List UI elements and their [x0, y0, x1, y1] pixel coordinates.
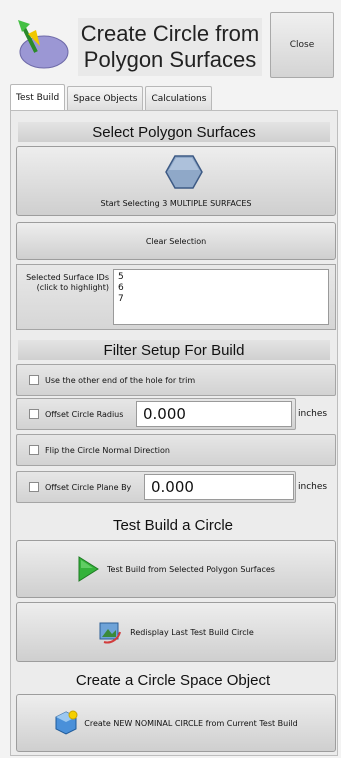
redisplay-button[interactable]: Redisplay Last Test Build Circle	[16, 602, 336, 662]
flip-normal-row[interactable]: Flip the Circle Normal Direction	[16, 434, 336, 466]
page-title: Create Circle from Polygon Surfaces	[78, 18, 262, 76]
offset-plane-unit: inches	[298, 482, 328, 492]
selected-ids-group: Selected Surface IDs (click to highlight…	[16, 264, 336, 330]
list-item[interactable]: 6	[118, 283, 324, 294]
offset-radius-checkbox[interactable]	[29, 409, 39, 419]
tab-test-build[interactable]: Test Build	[10, 84, 66, 110]
list-item[interactable]: 5	[118, 272, 324, 283]
create-circle-button[interactable]: Create NEW NOMINAL CIRCLE from Current T…	[16, 694, 336, 752]
offset-plane-label: Offset Circle Plane By	[45, 482, 132, 492]
clear-selection-label: Clear Selection	[145, 236, 207, 246]
start-selecting-label: Start Selecting 3 MULTIPLE SURFACES	[100, 199, 252, 208]
use-other-end-checkbox[interactable]	[29, 375, 39, 385]
header: Create Circle from Polygon Surfaces Clos…	[0, 0, 341, 86]
offset-radius-unit: inches	[298, 409, 328, 419]
flip-normal-checkbox[interactable]	[29, 445, 39, 455]
redisplay-label: Redisplay Last Test Build Circle	[130, 627, 254, 637]
flip-normal-label: Flip the Circle Normal Direction	[45, 445, 170, 455]
tab-space-objects[interactable]: Space Objects	[67, 86, 144, 110]
test-build-section-heading: Test Build a Circle	[112, 516, 234, 534]
clear-selection-button[interactable]: Clear Selection	[16, 222, 336, 260]
surface-id-list[interactable]: 5 6 7	[113, 269, 329, 325]
tab-calculations[interactable]: Calculations	[145, 86, 213, 110]
offset-plane-checkbox[interactable]	[29, 482, 39, 492]
filter-section-heading: Filter Setup For Build	[18, 340, 330, 360]
list-item[interactable]: 7	[118, 294, 324, 305]
redisplay-icon	[99, 622, 122, 644]
tab-bar: Test Build Space Objects Calculations	[10, 84, 214, 110]
offset-radius-input[interactable]: 0.000	[136, 401, 292, 427]
test-build-button[interactable]: Test Build from Selected Polygon Surface…	[16, 540, 336, 598]
circle-from-surface-icon	[14, 16, 70, 72]
create-circle-label: Create NEW NOMINAL CIRCLE from Current T…	[84, 718, 298, 728]
use-other-end-label: Use the other end of the hole for trim	[45, 375, 196, 385]
use-other-end-row[interactable]: Use the other end of the hole for trim	[16, 364, 336, 396]
select-section-heading: Select Polygon Surfaces	[18, 122, 330, 142]
test-build-label: Test Build from Selected Polygon Surface…	[107, 564, 275, 574]
new-object-icon	[55, 710, 78, 735]
page-title-text: Create Circle from Polygon Surfaces	[80, 21, 260, 72]
hexagon-icon	[165, 155, 203, 189]
create-section-heading: Create a Circle Space Object	[75, 671, 271, 689]
offset-radius-label: Offset Circle Radius	[45, 409, 124, 419]
start-selecting-button[interactable]: Start Selecting 3 MULTIPLE SURFACES	[16, 146, 336, 216]
selected-ids-label: Selected Surface IDs (click to highlight…	[26, 273, 109, 292]
close-button[interactable]: Close	[270, 12, 334, 78]
play-icon	[78, 556, 99, 582]
offset-plane-input[interactable]: 0.000	[144, 474, 294, 500]
